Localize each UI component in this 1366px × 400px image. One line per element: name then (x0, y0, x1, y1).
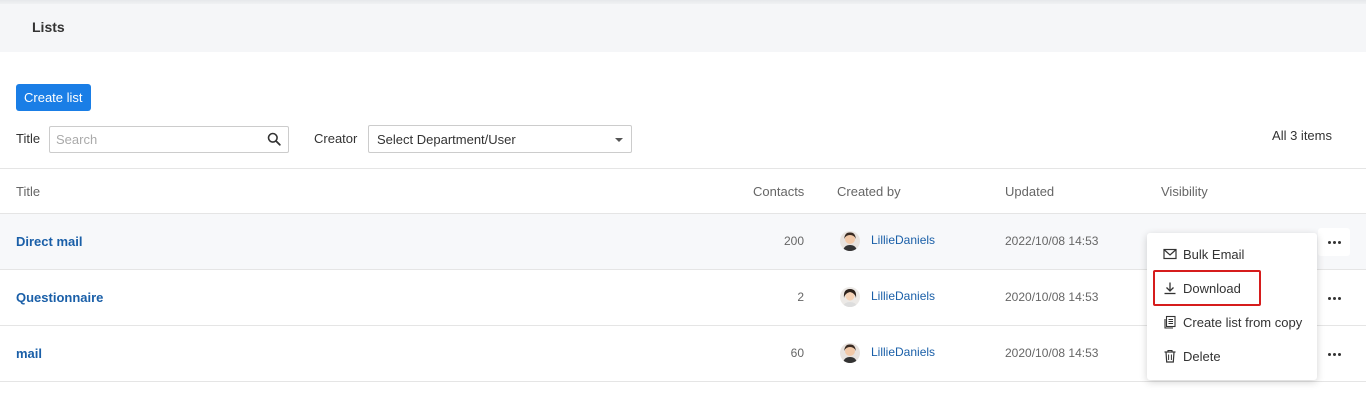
column-header-contacts[interactable]: Contacts (753, 184, 804, 199)
column-header-title[interactable]: Title (16, 184, 40, 199)
list-title-link[interactable]: Direct mail (16, 234, 82, 249)
contacts-count: 200 (783, 234, 804, 248)
list-title-link[interactable]: mail (16, 346, 42, 361)
download-icon (1164, 282, 1176, 295)
column-header-created-by[interactable]: Created by (837, 184, 901, 199)
table-header: Title Contacts Created by Updated Visibi… (0, 168, 1366, 214)
search-input[interactable] (50, 127, 250, 152)
row-actions-menu: Bulk Email Download Create list from cop… (1147, 233, 1317, 380)
creator-link[interactable]: LillieDaniels (871, 289, 935, 303)
updated-date: 2022/10/08 14:53 (1005, 234, 1099, 248)
menu-item-download[interactable]: Download (1147, 273, 1317, 303)
caret-down-icon (615, 138, 623, 142)
create-list-button[interactable]: Create list (16, 84, 91, 111)
title-filter-label: Title (16, 131, 41, 146)
menu-item-label: Download (1183, 280, 1241, 296)
avatar (840, 343, 860, 363)
menu-item-label: Create list from copy (1183, 314, 1303, 330)
creator-select-value: Select Department/User (377, 132, 516, 147)
search-field[interactable] (49, 126, 289, 153)
menu-item-label: Delete (1183, 348, 1221, 364)
search-icon[interactable] (267, 132, 281, 146)
copy-icon (1164, 315, 1176, 329)
ellipsis-icon (1327, 352, 1341, 356)
page-header: Lists (0, 4, 1366, 52)
item-count: All 3 items (1272, 128, 1332, 143)
column-header-updated[interactable]: Updated (1005, 184, 1054, 199)
menu-item-label: Bulk Email (1183, 246, 1245, 262)
creator-link[interactable]: LillieDaniels (871, 345, 935, 359)
more-actions-button[interactable] (1318, 228, 1350, 256)
avatar (840, 231, 860, 251)
ellipsis-icon (1327, 296, 1341, 300)
creator-filter-label: Creator (314, 131, 358, 146)
more-actions-button[interactable] (1318, 340, 1350, 368)
list-title-link[interactable]: Questionnaire (16, 290, 103, 305)
column-header-visibility[interactable]: Visibility (1161, 184, 1208, 199)
menu-item-delete[interactable]: Delete (1147, 341, 1317, 371)
menu-item-create-from-copy[interactable]: Create list from copy (1147, 307, 1317, 337)
page-title: Lists (32, 19, 65, 35)
contacts-count: 60 (790, 346, 804, 360)
creator-link[interactable]: LillieDaniels (871, 233, 935, 247)
envelope-icon (1163, 248, 1177, 260)
more-actions-button[interactable] (1318, 284, 1350, 312)
ellipsis-icon (1327, 240, 1341, 244)
contacts-count: 2 (797, 290, 804, 304)
updated-date: 2020/10/08 14:53 (1005, 290, 1099, 304)
trash-icon (1164, 349, 1176, 363)
updated-date: 2020/10/08 14:53 (1005, 346, 1099, 360)
avatar (840, 287, 860, 307)
menu-item-bulk-email[interactable]: Bulk Email (1147, 239, 1317, 269)
creator-select[interactable]: Select Department/User (368, 125, 632, 153)
